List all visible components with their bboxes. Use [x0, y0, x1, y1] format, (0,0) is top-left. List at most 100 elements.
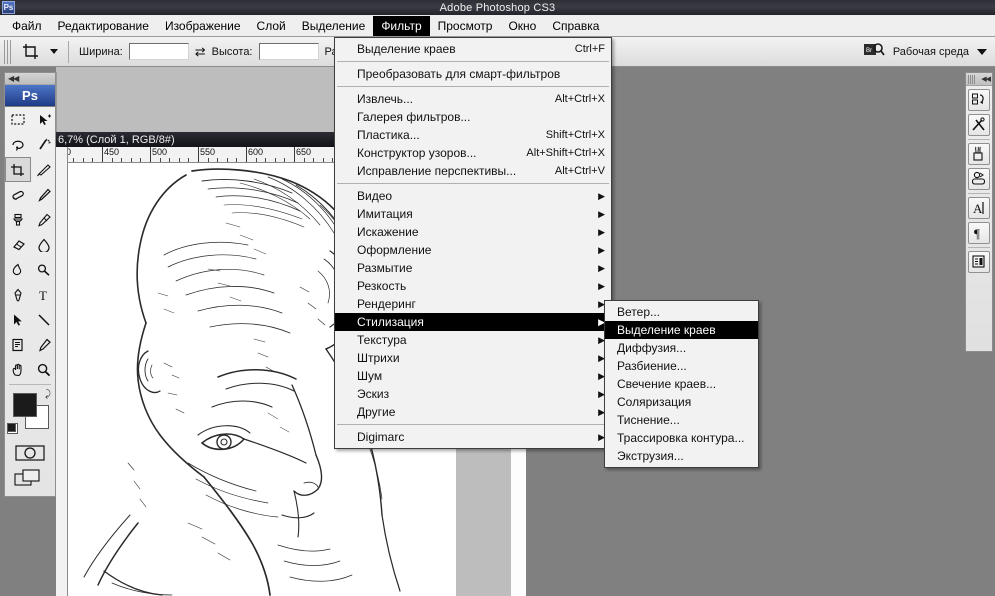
menu-item-2[interactable]: Изображение: [157, 16, 249, 36]
menu-item-5[interactable]: Фильтр: [373, 15, 430, 36]
move-tool[interactable]: [31, 107, 57, 132]
go-to-bridge-icon[interactable]: Br: [863, 41, 885, 62]
layer-comps-panel-icon[interactable]: [968, 251, 990, 273]
screen-mode-icon[interactable]: [5, 465, 55, 491]
options-bar-grip[interactable]: [4, 39, 12, 64]
filter-menu-item[interactable]: Искажение ▶: [335, 223, 611, 241]
tool-grid: T: [5, 107, 55, 382]
notes-tool[interactable]: [5, 332, 31, 357]
hand-tool[interactable]: [5, 357, 31, 382]
menu-item-7[interactable]: Окно: [500, 16, 544, 36]
workspace-chevron-down-icon[interactable]: [977, 48, 987, 55]
menu-item-8[interactable]: Справка: [544, 16, 607, 36]
stylize-submenu-item[interactable]: Выделение краев: [605, 321, 758, 339]
gradient-tool[interactable]: [31, 232, 57, 257]
height-input[interactable]: [258, 43, 319, 60]
magic-wand-tool[interactable]: [31, 132, 57, 157]
filter-menu-item[interactable]: Исправление перспективы... Alt+Ctrl+V: [335, 162, 611, 180]
brush-tool[interactable]: [31, 182, 57, 207]
rectangular-marquee-tool[interactable]: [5, 107, 31, 132]
dock-header[interactable]: ◀◀: [966, 73, 992, 86]
filter-menu-item[interactable]: Шум ▶: [335, 367, 611, 385]
healing-brush-tool[interactable]: [5, 182, 31, 207]
quick-mask-icon[interactable]: [5, 441, 55, 465]
history-panel-icon[interactable]: [968, 89, 990, 111]
menu-item-4[interactable]: Выделение: [294, 16, 374, 36]
line-shape-tool[interactable]: [31, 307, 57, 332]
menu-item-0[interactable]: Файл: [4, 16, 50, 36]
ruler-minor-tick: [73, 158, 75, 162]
filter-menu-item[interactable]: Имитация ▶: [335, 205, 611, 223]
menu-shortcut-label: Ctrl+F: [574, 43, 605, 55]
stylize-submenu-item[interactable]: Разбиение...: [605, 357, 758, 375]
filter-menu-item[interactable]: Конструктор узоров... Alt+Shift+Ctrl+X: [335, 144, 611, 162]
ruler-tick-label: 600: [248, 147, 264, 157]
crop-tool-icon[interactable]: [18, 40, 44, 64]
filter-menu-item[interactable]: Извлечь... Alt+Ctrl+X: [335, 90, 611, 108]
filter-menu[interactable]: Выделение краев Ctrl+F Преобразовать для с…: [334, 37, 612, 449]
filter-menu-item[interactable]: Digimarc ▶: [335, 428, 611, 446]
filter-menu-item[interactable]: Выделение краев Ctrl+F: [335, 40, 611, 58]
menu-item-1[interactable]: Редактирование: [50, 16, 157, 36]
pen-tool[interactable]: [5, 282, 31, 307]
menu-bar[interactable]: Файл Редактирование Изображение Слой Выделен…: [0, 15, 995, 37]
paragraph-panel-icon[interactable]: ¶: [968, 222, 990, 244]
filter-menu-item[interactable]: Стилизация ▶: [335, 313, 611, 331]
right-dock-panel: ◀◀ A ¶: [965, 72, 993, 352]
menu-item-3[interactable]: Слой: [249, 16, 294, 36]
filter-menu-item[interactable]: Оформление ▶: [335, 241, 611, 259]
foreground-color-swatch[interactable]: [13, 393, 37, 417]
filter-menu-item[interactable]: Размытие ▶: [335, 259, 611, 277]
zoom-tool[interactable]: [31, 357, 57, 382]
collapse-right-icon[interactable]: ◀◀: [981, 75, 991, 83]
swap-colors-icon[interactable]: ⤸: [45, 389, 51, 400]
stylize-submenu-item[interactable]: Диффузия...: [605, 339, 758, 357]
submenu-arrow-icon: ▶: [598, 244, 605, 255]
filter-menu-item[interactable]: Штрихи ▶: [335, 349, 611, 367]
filter-menu-item[interactable]: Видео ▶: [335, 187, 611, 205]
workspace-label[interactable]: Рабочая среда: [893, 46, 969, 58]
clone-source-panel-icon[interactable]: [968, 168, 990, 190]
dock-grip-icon[interactable]: [968, 74, 976, 84]
blur-tool[interactable]: [5, 257, 31, 282]
eyedropper-tool[interactable]: [31, 332, 57, 357]
character-panel-icon[interactable]: A: [968, 197, 990, 219]
toolbox-divider: [9, 384, 51, 385]
menu-item-6[interactable]: Просмотр: [430, 16, 501, 36]
stylize-submenu-item[interactable]: Экструзия...: [605, 447, 758, 465]
brushes-panel-icon[interactable]: [968, 143, 990, 165]
stylize-submenu-item[interactable]: Соляризация: [605, 393, 758, 411]
lasso-tool[interactable]: [5, 132, 31, 157]
ruler-minor-tick: [284, 158, 286, 162]
eraser-tool[interactable]: [5, 232, 31, 257]
filter-menu-item[interactable]: Эскиз ▶: [335, 385, 611, 403]
swap-arrows-icon[interactable]: ⇄: [195, 44, 206, 60]
default-colors-icon[interactable]: [7, 423, 18, 434]
filter-menu-item[interactable]: Преобразовать для смарт-фильтров: [335, 65, 611, 83]
toolbox-header[interactable]: ◀◀: [5, 73, 55, 85]
stylize-submenu-item[interactable]: Ветер...: [605, 303, 758, 321]
history-brush-tool[interactable]: [31, 207, 57, 232]
filter-menu-item[interactable]: Галерея фильтров...: [335, 108, 611, 126]
dodge-tool[interactable]: [31, 257, 57, 282]
width-input[interactable]: [128, 43, 189, 60]
slice-tool[interactable]: [31, 157, 57, 182]
path-selection-tool[interactable]: [5, 307, 31, 332]
crop-tool[interactable]: [5, 157, 31, 182]
type-tool[interactable]: T: [31, 282, 57, 307]
filter-menu-item[interactable]: Другие ▶: [335, 403, 611, 421]
tool-presets-panel-icon[interactable]: [968, 114, 990, 136]
filter-menu-item[interactable]: Рендеринг ▶: [335, 295, 611, 313]
dock-divider-3: [968, 247, 990, 248]
clone-stamp-tool[interactable]: [5, 207, 31, 232]
stylize-submenu-item[interactable]: Тиснение...: [605, 411, 758, 429]
stylize-submenu-item[interactable]: Трассировка контура...: [605, 429, 758, 447]
filter-menu-item[interactable]: Пластика... Shift+Ctrl+X: [335, 126, 611, 144]
stylize-submenu-item[interactable]: Свечение краев...: [605, 375, 758, 393]
filter-menu-item-label: Извлечь...: [357, 92, 414, 106]
filter-menu-item[interactable]: Резкость ▶: [335, 277, 611, 295]
stylize-submenu[interactable]: Ветер... Выделение краев Диффузия... Разбие…: [604, 300, 759, 468]
tool-preset-chevron-icon[interactable]: [50, 49, 58, 54]
filter-menu-item[interactable]: Текстура ▶: [335, 331, 611, 349]
collapse-left-icon[interactable]: ◀◀: [8, 74, 19, 83]
